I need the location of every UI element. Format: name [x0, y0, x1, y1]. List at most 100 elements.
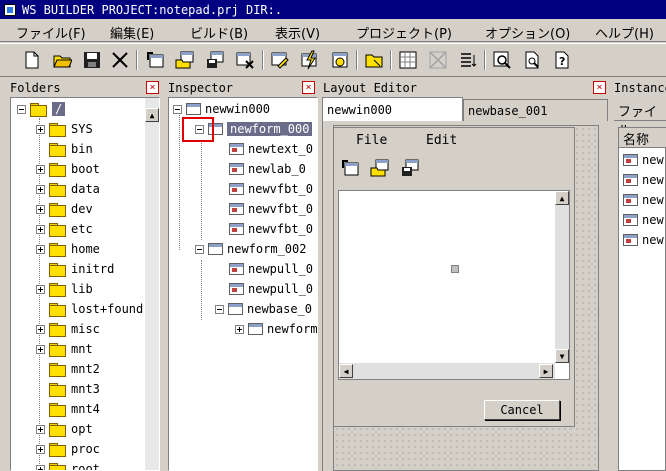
- run-icon[interactable]: [328, 48, 352, 72]
- new-window-icon[interactable]: [143, 48, 167, 72]
- scroll-down-icon[interactable]: ▼: [555, 349, 569, 363]
- folder-item[interactable]: boot: [36, 159, 100, 179]
- instance-item[interactable]: new: [623, 170, 664, 190]
- tab-newbase-001[interactable]: newbase_001: [463, 99, 608, 121]
- collapse-icon[interactable]: [215, 304, 224, 314]
- close-folders-icon[interactable]: ×: [146, 81, 159, 94]
- text-hscroll[interactable]: ◀ ▶: [339, 363, 555, 379]
- expand-icon[interactable]: [36, 224, 45, 234]
- instance-item[interactable]: new: [623, 230, 664, 250]
- list-icon[interactable]: [456, 48, 480, 72]
- expand-icon[interactable]: [36, 204, 45, 214]
- scroll-left-icon[interactable]: ◀: [339, 364, 353, 378]
- expand-icon[interactable]: [235, 324, 244, 334]
- menu-edit[interactable]: 編集(E): [110, 23, 154, 42]
- preview-icon[interactable]: [520, 48, 544, 72]
- expand-icon[interactable]: [36, 324, 45, 334]
- menu-help[interactable]: ヘルプ(H): [595, 23, 654, 42]
- folder-item[interactable]: bin: [49, 139, 93, 159]
- grid-icon[interactable]: [396, 48, 420, 72]
- folder-item[interactable]: etc: [36, 219, 93, 239]
- menu-file-widget[interactable]: File: [356, 133, 387, 148]
- inspector-item[interactable]: newtext_0: [229, 139, 313, 159]
- folder-item[interactable]: mnt2: [49, 359, 100, 379]
- folder-item[interactable]: mnt4: [49, 399, 100, 419]
- inspector-item[interactable]: newvfbt_0: [229, 219, 313, 239]
- folder-item[interactable]: lib: [36, 279, 93, 299]
- search-icon[interactable]: [490, 48, 514, 72]
- text-vscroll[interactable]: ▲ ▼: [555, 191, 569, 363]
- close-layout-editor-icon[interactable]: ×: [593, 81, 606, 94]
- inspector-item[interactable]: newvfbt_0: [229, 199, 313, 219]
- expand-icon[interactable]: [36, 244, 45, 254]
- collapse-icon[interactable]: [17, 104, 26, 114]
- text-area-widget[interactable]: ▲ ▼ ◀ ▶: [338, 190, 570, 380]
- new-window-icon[interactable]: [338, 156, 362, 180]
- folder-item[interactable]: dev: [36, 199, 93, 219]
- cancel-button[interactable]: Cancel: [484, 400, 560, 420]
- menu-edit-widget[interactable]: Edit: [426, 133, 457, 148]
- folder-item[interactable]: initrd: [49, 259, 114, 279]
- build-icon[interactable]: [298, 48, 322, 72]
- scroll-up-icon[interactable]: ▲: [555, 191, 569, 205]
- open-folder-icon[interactable]: [50, 48, 74, 72]
- inspector-window[interactable]: newwin000: [173, 99, 270, 119]
- inspector-item[interactable]: newpull_0: [229, 259, 313, 279]
- save-window-icon[interactable]: [398, 156, 422, 180]
- inspector-form[interactable]: newform_002: [195, 239, 306, 259]
- help-icon[interactable]: ?: [550, 48, 574, 72]
- folder-item[interactable]: mnt3: [49, 379, 100, 399]
- close-window-icon[interactable]: [233, 48, 257, 72]
- instance-tab[interactable]: ファイル: [614, 99, 666, 139]
- menu-options[interactable]: オプション(O): [485, 23, 570, 42]
- edit-icon[interactable]: [268, 48, 292, 72]
- collapse-icon[interactable]: [195, 244, 204, 254]
- folder-item[interactable]: mnt: [36, 339, 93, 359]
- expand-icon[interactable]: [36, 344, 45, 354]
- expand-icon[interactable]: [36, 464, 45, 470]
- instance-item[interactable]: new: [623, 150, 664, 170]
- expand-icon[interactable]: [36, 444, 45, 454]
- folder-item[interactable]: data: [36, 179, 100, 199]
- expand-icon[interactable]: [36, 424, 45, 434]
- inspector-form[interactable]: newform: [235, 319, 317, 339]
- folder-icon: [49, 243, 66, 257]
- menu-view[interactable]: 表示(V): [275, 23, 320, 42]
- cut-icon[interactable]: [108, 48, 132, 72]
- folder-item[interactable]: root: [36, 459, 100, 470]
- folder-item[interactable]: home: [36, 239, 100, 259]
- folder-item[interactable]: lost+found: [49, 299, 143, 319]
- folder-item[interactable]: misc: [36, 319, 100, 339]
- folders-scrollbar[interactable]: ▲: [145, 98, 159, 470]
- new-file-icon[interactable]: [20, 48, 44, 72]
- menu-file[interactable]: ファイル(F): [16, 23, 86, 42]
- collapse-icon[interactable]: [173, 104, 182, 114]
- folder-item[interactable]: SYS: [36, 119, 93, 139]
- inspector-item[interactable]: newlab_0: [229, 159, 306, 179]
- folder-item[interactable]: proc: [36, 439, 100, 459]
- open-window-icon[interactable]: [173, 48, 197, 72]
- inspector-item[interactable]: newpull_0: [229, 279, 313, 299]
- save-window-icon[interactable]: [203, 48, 227, 72]
- menu-build[interactable]: ビルド(B): [190, 23, 248, 42]
- instance-column-header[interactable]: 名称: [619, 128, 666, 148]
- folder-root[interactable]: /: [17, 99, 66, 119]
- expand-icon[interactable]: [36, 124, 45, 134]
- folder-item[interactable]: opt: [36, 419, 93, 439]
- instance-item[interactable]: new: [623, 210, 664, 230]
- menu-project[interactable]: プロジェクト(P): [356, 23, 452, 42]
- close-inspector-icon[interactable]: ×: [302, 81, 315, 94]
- save-icon[interactable]: [80, 48, 104, 72]
- instance-item[interactable]: new: [623, 190, 664, 210]
- folder-icon[interactable]: [362, 48, 386, 72]
- expand-icon[interactable]: [36, 164, 45, 174]
- scroll-up-icon[interactable]: ▲: [145, 108, 159, 122]
- scroll-right-icon[interactable]: ▶: [539, 364, 553, 378]
- expand-icon[interactable]: [36, 284, 45, 294]
- open-window-icon[interactable]: [368, 156, 392, 180]
- resize-handle[interactable]: [451, 265, 459, 273]
- tab-newwin000[interactable]: newwin000: [322, 97, 463, 121]
- inspector-item[interactable]: newvfbt_0: [229, 179, 313, 199]
- inspector-base[interactable]: newbase_0: [215, 299, 312, 319]
- expand-icon[interactable]: [36, 184, 45, 194]
